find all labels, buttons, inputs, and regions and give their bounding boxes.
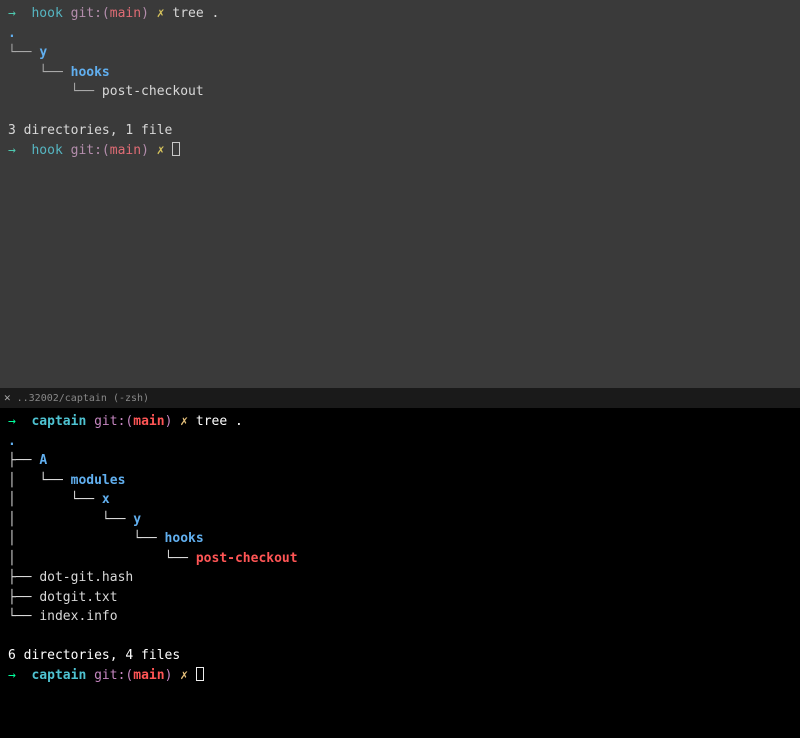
git-label: git:( xyxy=(71,143,110,158)
tab-title[interactable]: ..32002/captain (-zsh) xyxy=(17,391,149,406)
tree-summary: 6 directories, 4 files xyxy=(8,646,792,666)
prompt-arrow: → xyxy=(8,6,16,21)
dirty-icon: ✗ xyxy=(157,143,165,158)
git-branch: main xyxy=(133,414,164,429)
dirty-icon: ✗ xyxy=(180,668,188,683)
git-branch: main xyxy=(110,6,141,21)
prompt-line-2: → hook git:(main) ✗ xyxy=(8,141,792,161)
git-close: ) xyxy=(141,143,149,158)
git-branch: main xyxy=(133,668,164,683)
close-icon[interactable]: ✕ xyxy=(4,390,11,407)
prompt-dir: captain xyxy=(31,668,86,683)
prompt-line-1: → hook git:(main) ✗ tree . xyxy=(8,4,792,24)
tree-line-y: └── y xyxy=(8,43,792,63)
prompt-dir: captain xyxy=(31,414,86,429)
dirty-icon: ✗ xyxy=(157,6,165,21)
dirty-icon: ✗ xyxy=(180,414,188,429)
tree-line-x: │ └── x xyxy=(8,490,792,510)
git-label: git:( xyxy=(94,414,133,429)
tree-root: . xyxy=(8,432,792,452)
prompt-line-1: → captain git:(main) ✗ tree . xyxy=(8,412,792,432)
tree-line-post-checkout: └── post-checkout xyxy=(8,82,792,102)
terminal-pane-bottom[interactable]: → captain git:(main) ✗ tree . . ├── A │ … xyxy=(0,408,800,738)
tree-line-hooks: │ └── hooks xyxy=(8,529,792,549)
blank-line xyxy=(8,102,792,122)
git-close: ) xyxy=(165,414,173,429)
cursor-icon xyxy=(196,667,204,681)
prompt-dir: hook xyxy=(31,143,62,158)
tab-bar: ✕ ..32002/captain (-zsh) xyxy=(0,388,800,408)
blank-line xyxy=(8,627,792,647)
prompt-arrow: → xyxy=(8,143,16,158)
tree-line-y: │ └── y xyxy=(8,510,792,530)
prompt-arrow: → xyxy=(8,668,16,683)
prompt-dir: hook xyxy=(31,6,62,21)
prompt-arrow: → xyxy=(8,414,16,429)
tree-root: . xyxy=(8,24,792,44)
command-text: tree . xyxy=(196,414,243,429)
git-close: ) xyxy=(141,6,149,21)
tree-line-hooks: └── hooks xyxy=(8,63,792,83)
tree-line-dotgit-txt: ├── dotgit.txt xyxy=(8,588,792,608)
tree-line-post-checkout: │ └── post-checkout xyxy=(8,549,792,569)
git-label: git:( xyxy=(94,668,133,683)
git-label: git:( xyxy=(71,6,110,21)
tree-line-index-info: └── index.info xyxy=(8,607,792,627)
tree-line-modules: │ └── modules xyxy=(8,471,792,491)
git-branch: main xyxy=(110,143,141,158)
git-close: ) xyxy=(165,668,173,683)
tree-line-dot-git-hash: ├── dot-git.hash xyxy=(8,568,792,588)
tree-line-a: ├── A xyxy=(8,451,792,471)
prompt-line-2: → captain git:(main) ✗ xyxy=(8,666,792,686)
cursor-icon xyxy=(172,142,180,156)
command-text: tree . xyxy=(172,6,219,21)
tree-summary: 3 directories, 1 file xyxy=(8,121,792,141)
terminal-pane-top[interactable]: → hook git:(main) ✗ tree . . └── y └── h… xyxy=(0,0,800,388)
